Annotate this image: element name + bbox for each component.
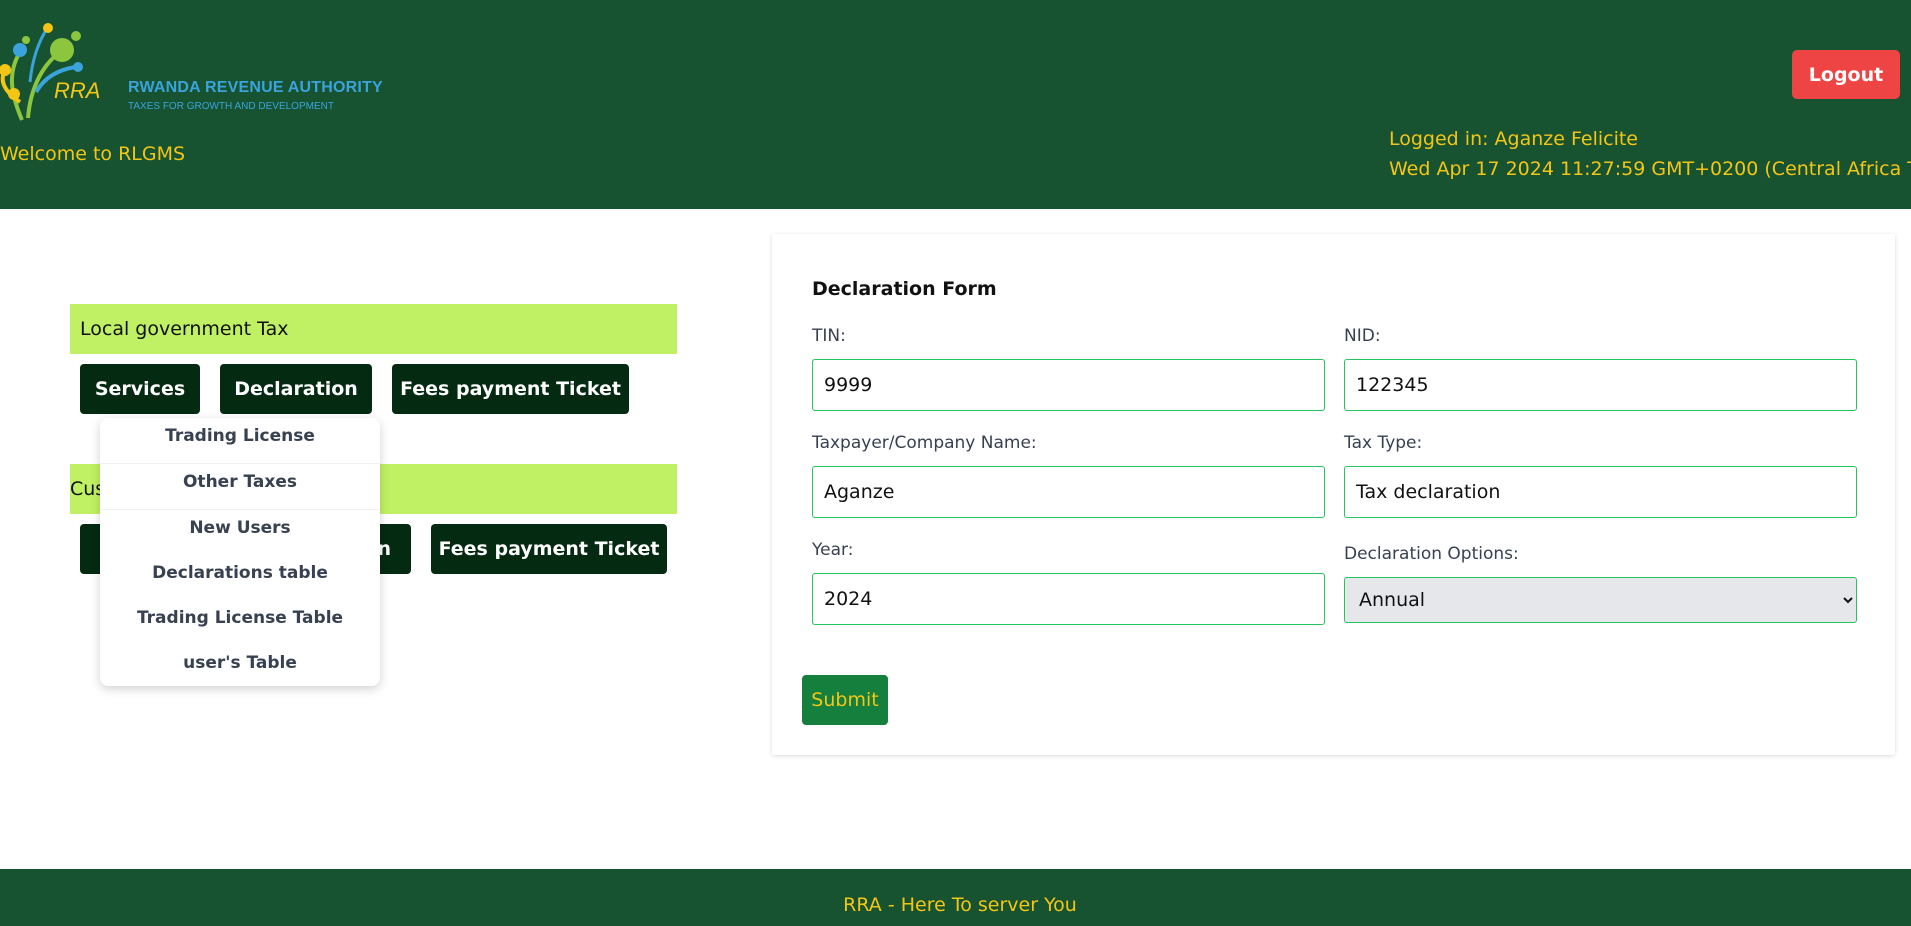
services-dropdown-menu: Trading License Other Taxes New Users De… — [100, 418, 380, 686]
org-tagline: TAXES FOR GROWTH AND DEVELOPMENT — [128, 101, 334, 112]
company-name-label: Taxpayer/Company Name: — [812, 433, 1037, 453]
year-input[interactable] — [812, 573, 1325, 625]
footer-text: RRA - Here To server You — [843, 894, 1077, 916]
submit-button[interactable]: Submit — [802, 675, 888, 725]
welcome-text: Welcome to RLGMS — [0, 143, 186, 165]
logo-text: RRA — [54, 78, 100, 103]
customs-fees-payment-ticket-button[interactable]: Fees payment Ticket — [431, 524, 667, 574]
tin-input[interactable] — [812, 359, 1325, 411]
section-title-local-government-tax: Local government Tax — [70, 304, 677, 354]
current-datetime: Wed Apr 17 2024 11:27:59 GMT+0200 (Centr… — [1389, 158, 1911, 180]
form-title: Declaration Form — [812, 278, 997, 300]
services-button[interactable]: Services — [80, 364, 200, 414]
tax-type-input[interactable] — [1344, 466, 1857, 518]
declaration-button[interactable]: Declaration — [220, 364, 372, 414]
logout-button[interactable]: Logout — [1792, 50, 1900, 99]
org-name: RWANDA REVENUE AUTHORITY — [128, 79, 383, 96]
footer: RRA - Here To server You — [0, 869, 1911, 926]
menu-item-declarations-table[interactable]: Declarations table — [100, 555, 380, 600]
menu-item-trading-license[interactable]: Trading License — [100, 418, 380, 464]
year-label: Year: — [812, 540, 854, 560]
menu-item-other-taxes[interactable]: Other Taxes — [100, 464, 380, 510]
nid-label: NID: — [1344, 326, 1381, 346]
fees-payment-ticket-button[interactable]: Fees payment Ticket — [392, 364, 629, 414]
menu-item-trading-license-table[interactable]: Trading License Table — [100, 600, 380, 645]
logged-in-user: Logged in: Aganze Felicite — [1389, 128, 1638, 150]
company-name-input[interactable] — [812, 466, 1325, 518]
nid-input[interactable] — [1344, 359, 1857, 411]
tin-label: TIN: — [812, 326, 846, 346]
declaration-options-select[interactable]: Annual — [1344, 577, 1857, 623]
header: RRA RWANDA REVENUE AUTHORITY TAXES FOR G… — [0, 0, 1911, 209]
declaration-form-card: Declaration Form TIN: NID: Taxpayer/Comp… — [772, 234, 1895, 755]
tax-type-label: Tax Type: — [1344, 433, 1423, 453]
menu-item-new-users[interactable]: New Users — [100, 510, 380, 555]
menu-item-users-table[interactable]: user's Table — [100, 645, 380, 690]
rra-logo: RRA — [0, 23, 100, 121]
declaration-options-label: Declaration Options: — [1344, 544, 1519, 564]
